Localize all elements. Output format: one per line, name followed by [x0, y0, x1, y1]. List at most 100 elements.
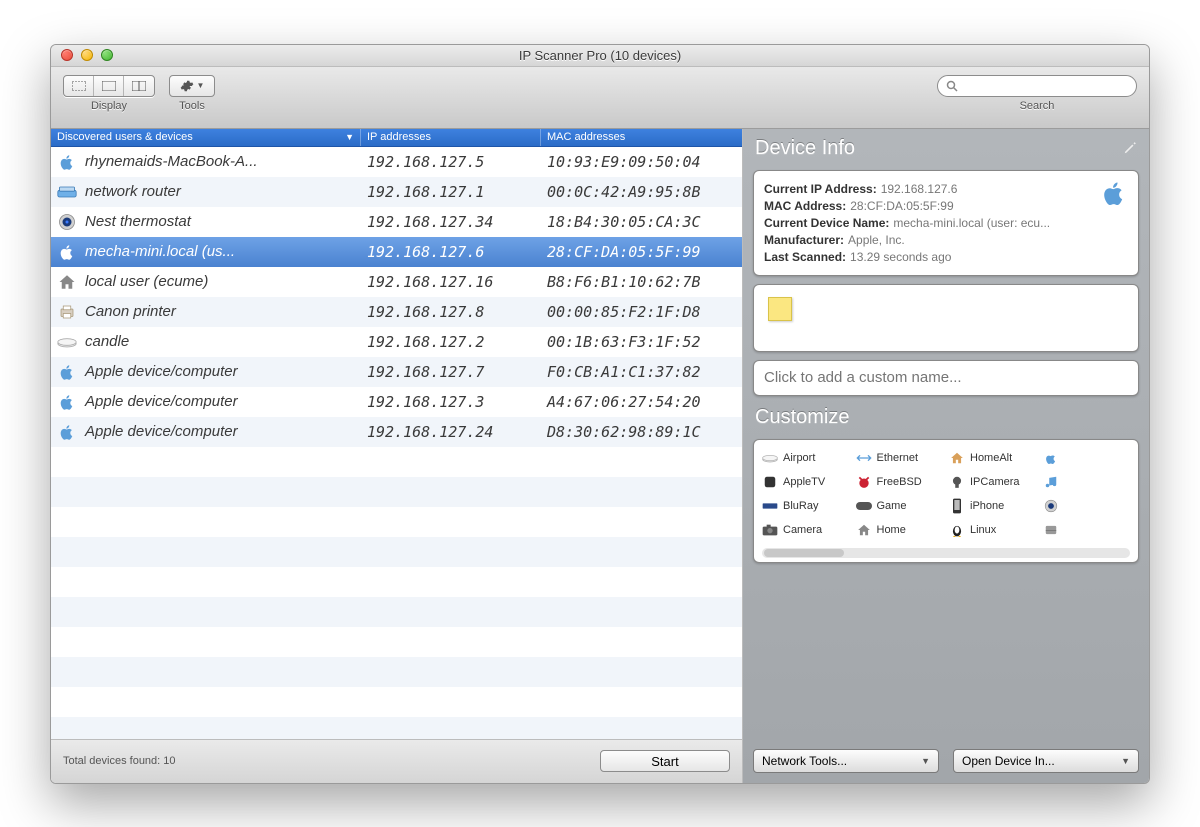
info-name-label: Current Device Name: [764, 216, 889, 230]
cell-mac: 00:1B:63:F3:1F:52 [541, 333, 742, 351]
cell-device: Apple device/computer [51, 422, 361, 442]
cell-ip: 192.168.127.2 [361, 333, 541, 351]
bluray-icon [762, 498, 778, 514]
cell-device: Apple device/computer [51, 392, 361, 412]
customize-item-label: iPhone [970, 500, 1004, 512]
info-ip-label: Current IP Address: [764, 182, 877, 196]
chevron-down-icon: ▼ [197, 81, 205, 90]
chevron-down-icon: ▼ [1121, 756, 1130, 766]
device-name: Apple device/computer [85, 423, 238, 440]
display-mode-1-button[interactable] [64, 76, 94, 96]
customize-item-freebsd[interactable]: FreeBSD [856, 472, 944, 492]
device-name: Apple device/computer [85, 393, 238, 410]
custom-name-panel [753, 360, 1139, 396]
header-ip[interactable]: IP addresses [361, 129, 541, 146]
cell-ip: 192.168.127.3 [361, 393, 541, 411]
device-name: Nest thermostat [85, 213, 191, 230]
network-tools-dropdown[interactable]: Network Tools... ▼ [753, 749, 939, 773]
table-row[interactable]: Apple device/computer192.168.127.3A4:67:… [51, 387, 742, 417]
search-field[interactable] [937, 75, 1137, 97]
cell-mac: D8:30:62:98:89:1C [541, 423, 742, 441]
cell-ip: 192.168.127.1 [361, 183, 541, 201]
window-title: IP Scanner Pro (10 devices) [51, 48, 1149, 63]
customize-item-linux[interactable]: Linux [949, 520, 1037, 540]
table-row-empty [51, 537, 742, 567]
header-mac-label: MAC addresses [547, 131, 625, 143]
notes-panel[interactable] [753, 284, 1139, 352]
customize-item-game[interactable]: Game [856, 496, 944, 516]
customize-item-label: IPCamera [970, 476, 1020, 488]
homealt-icon [949, 450, 965, 466]
display-mode-3-button[interactable] [124, 76, 154, 96]
right-footer: Network Tools... ▼ Open Device In... ▼ [753, 743, 1139, 773]
table-row[interactable]: rhynemaids-MacBook-A...192.168.127.510:9… [51, 147, 742, 177]
game-icon [856, 498, 872, 514]
search-input[interactable] [962, 79, 1128, 93]
two-pane-icon [132, 81, 146, 91]
customize-item-camera[interactable]: Camera [762, 520, 850, 540]
search-label: Search [1020, 100, 1055, 112]
scrollbar-thumb[interactable] [764, 549, 844, 557]
apple-icon [57, 152, 77, 172]
gear-icon [180, 79, 194, 93]
customize-item-home[interactable]: Home [856, 520, 944, 540]
tools-menu-button[interactable]: ▼ [169, 75, 215, 97]
table-row-empty [51, 447, 742, 477]
table-row[interactable]: Canon printer192.168.127.800:00:85:F2:1F… [51, 297, 742, 327]
custom-name-input[interactable] [764, 361, 1128, 395]
table-row[interactable]: Apple device/computer192.168.127.7F0:CB:… [51, 357, 742, 387]
customize-item-appletv[interactable]: AppleTV [762, 472, 850, 492]
table-row-empty [51, 687, 742, 717]
customize-item-bluray[interactable]: BluRay [762, 496, 850, 516]
customize-item-nest[interactable] [1043, 496, 1131, 516]
close-window-button[interactable] [61, 49, 73, 61]
table-row[interactable]: mecha-mini.local (us...192.168.127.628:C… [51, 237, 742, 267]
customize-grid: Airport EthernetHomeAlt AppleTV FreeBSD IPCa… [762, 448, 1130, 540]
customize-item-drive[interactable] [1043, 520, 1131, 540]
customize-item-ipcamera[interactable]: IPCamera [949, 472, 1037, 492]
open-device-dropdown[interactable]: Open Device In... ▼ [953, 749, 1139, 773]
info-pane: Device Info Current IP Address:192.168.1… [743, 129, 1149, 783]
display-label: Display [91, 100, 127, 112]
edit-icon[interactable] [1123, 141, 1137, 155]
device-name: local user (ecume) [85, 273, 208, 290]
table-row[interactable]: network router192.168.127.100:0C:42:A9:9… [51, 177, 742, 207]
home-icon [57, 272, 77, 292]
titlebar: IP Scanner Pro (10 devices) [51, 45, 1149, 67]
info-mac-value: 28:CF:DA:05:5F:99 [850, 199, 953, 213]
header-mac[interactable]: MAC addresses [541, 129, 742, 146]
chevron-down-icon: ▼ [921, 756, 930, 766]
customize-item-music[interactable] [1043, 472, 1131, 492]
display-mode-2-button[interactable] [94, 76, 124, 96]
device-name: mecha-mini.local (us... [85, 243, 235, 260]
app-window: IP Scanner Pro (10 devices) Display [50, 44, 1150, 784]
customize-item-homealt[interactable]: HomeAlt [949, 448, 1037, 468]
total-devices: Total devices found: 10 [63, 755, 176, 767]
cell-device: Apple device/computer [51, 362, 361, 382]
start-button[interactable]: Start [600, 750, 730, 772]
customize-item-airport[interactable]: Airport [762, 448, 850, 468]
customize-item-apple[interactable] [1043, 448, 1131, 468]
table-row[interactable]: Nest thermostat192.168.127.3418:B4:30:05… [51, 207, 742, 237]
display-group: Display [63, 75, 155, 112]
customize-item-ethernet[interactable]: Ethernet [856, 448, 944, 468]
info-ip-value: 192.168.127.6 [881, 182, 958, 196]
single-pane-icon [102, 81, 116, 91]
zoom-window-button[interactable] [101, 49, 113, 61]
table-row[interactable]: Apple device/computer 192.168.127.24D8:30… [51, 417, 742, 447]
cell-ip: 192.168.127.24 [361, 423, 541, 441]
minimize-window-button[interactable] [81, 49, 93, 61]
table-row[interactable]: candle192.168.127.200:1B:63:F3:1F:52 [51, 327, 742, 357]
network-tools-label: Network Tools... [762, 754, 847, 768]
table-body[interactable]: rhynemaids-MacBook-A...192.168.127.510:9… [51, 147, 742, 739]
nest-icon [1043, 498, 1059, 514]
table-row[interactable]: local user (ecume)192.168.127.16B8:F6:B1… [51, 267, 742, 297]
customize-scrollbar[interactable] [762, 548, 1130, 558]
cell-mac: 00:0C:42:A9:95:8B [541, 183, 742, 201]
info-manu-value: Apple, Inc. [848, 233, 905, 247]
customize-item-iphone[interactable]: iPhone [949, 496, 1037, 516]
info-mac-label: MAC Address: [764, 199, 846, 213]
header-devices[interactable]: Discovered users & devices ▼ [51, 129, 361, 146]
device-name: Canon printer [85, 303, 176, 320]
cell-device: Canon printer [51, 302, 361, 322]
